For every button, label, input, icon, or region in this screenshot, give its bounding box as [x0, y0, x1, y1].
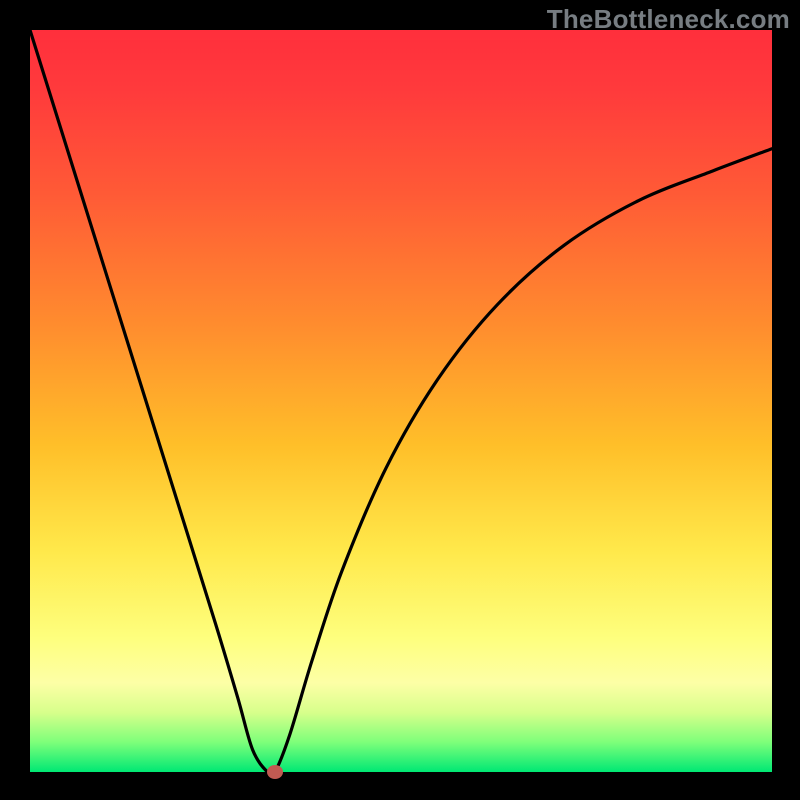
curve-svg	[30, 30, 772, 772]
optimum-marker	[267, 765, 283, 779]
plot-area	[30, 30, 772, 772]
watermark-text: TheBottleneck.com	[547, 4, 790, 35]
bottleneck-curve	[30, 30, 772, 772]
chart-frame: TheBottleneck.com	[0, 0, 800, 800]
